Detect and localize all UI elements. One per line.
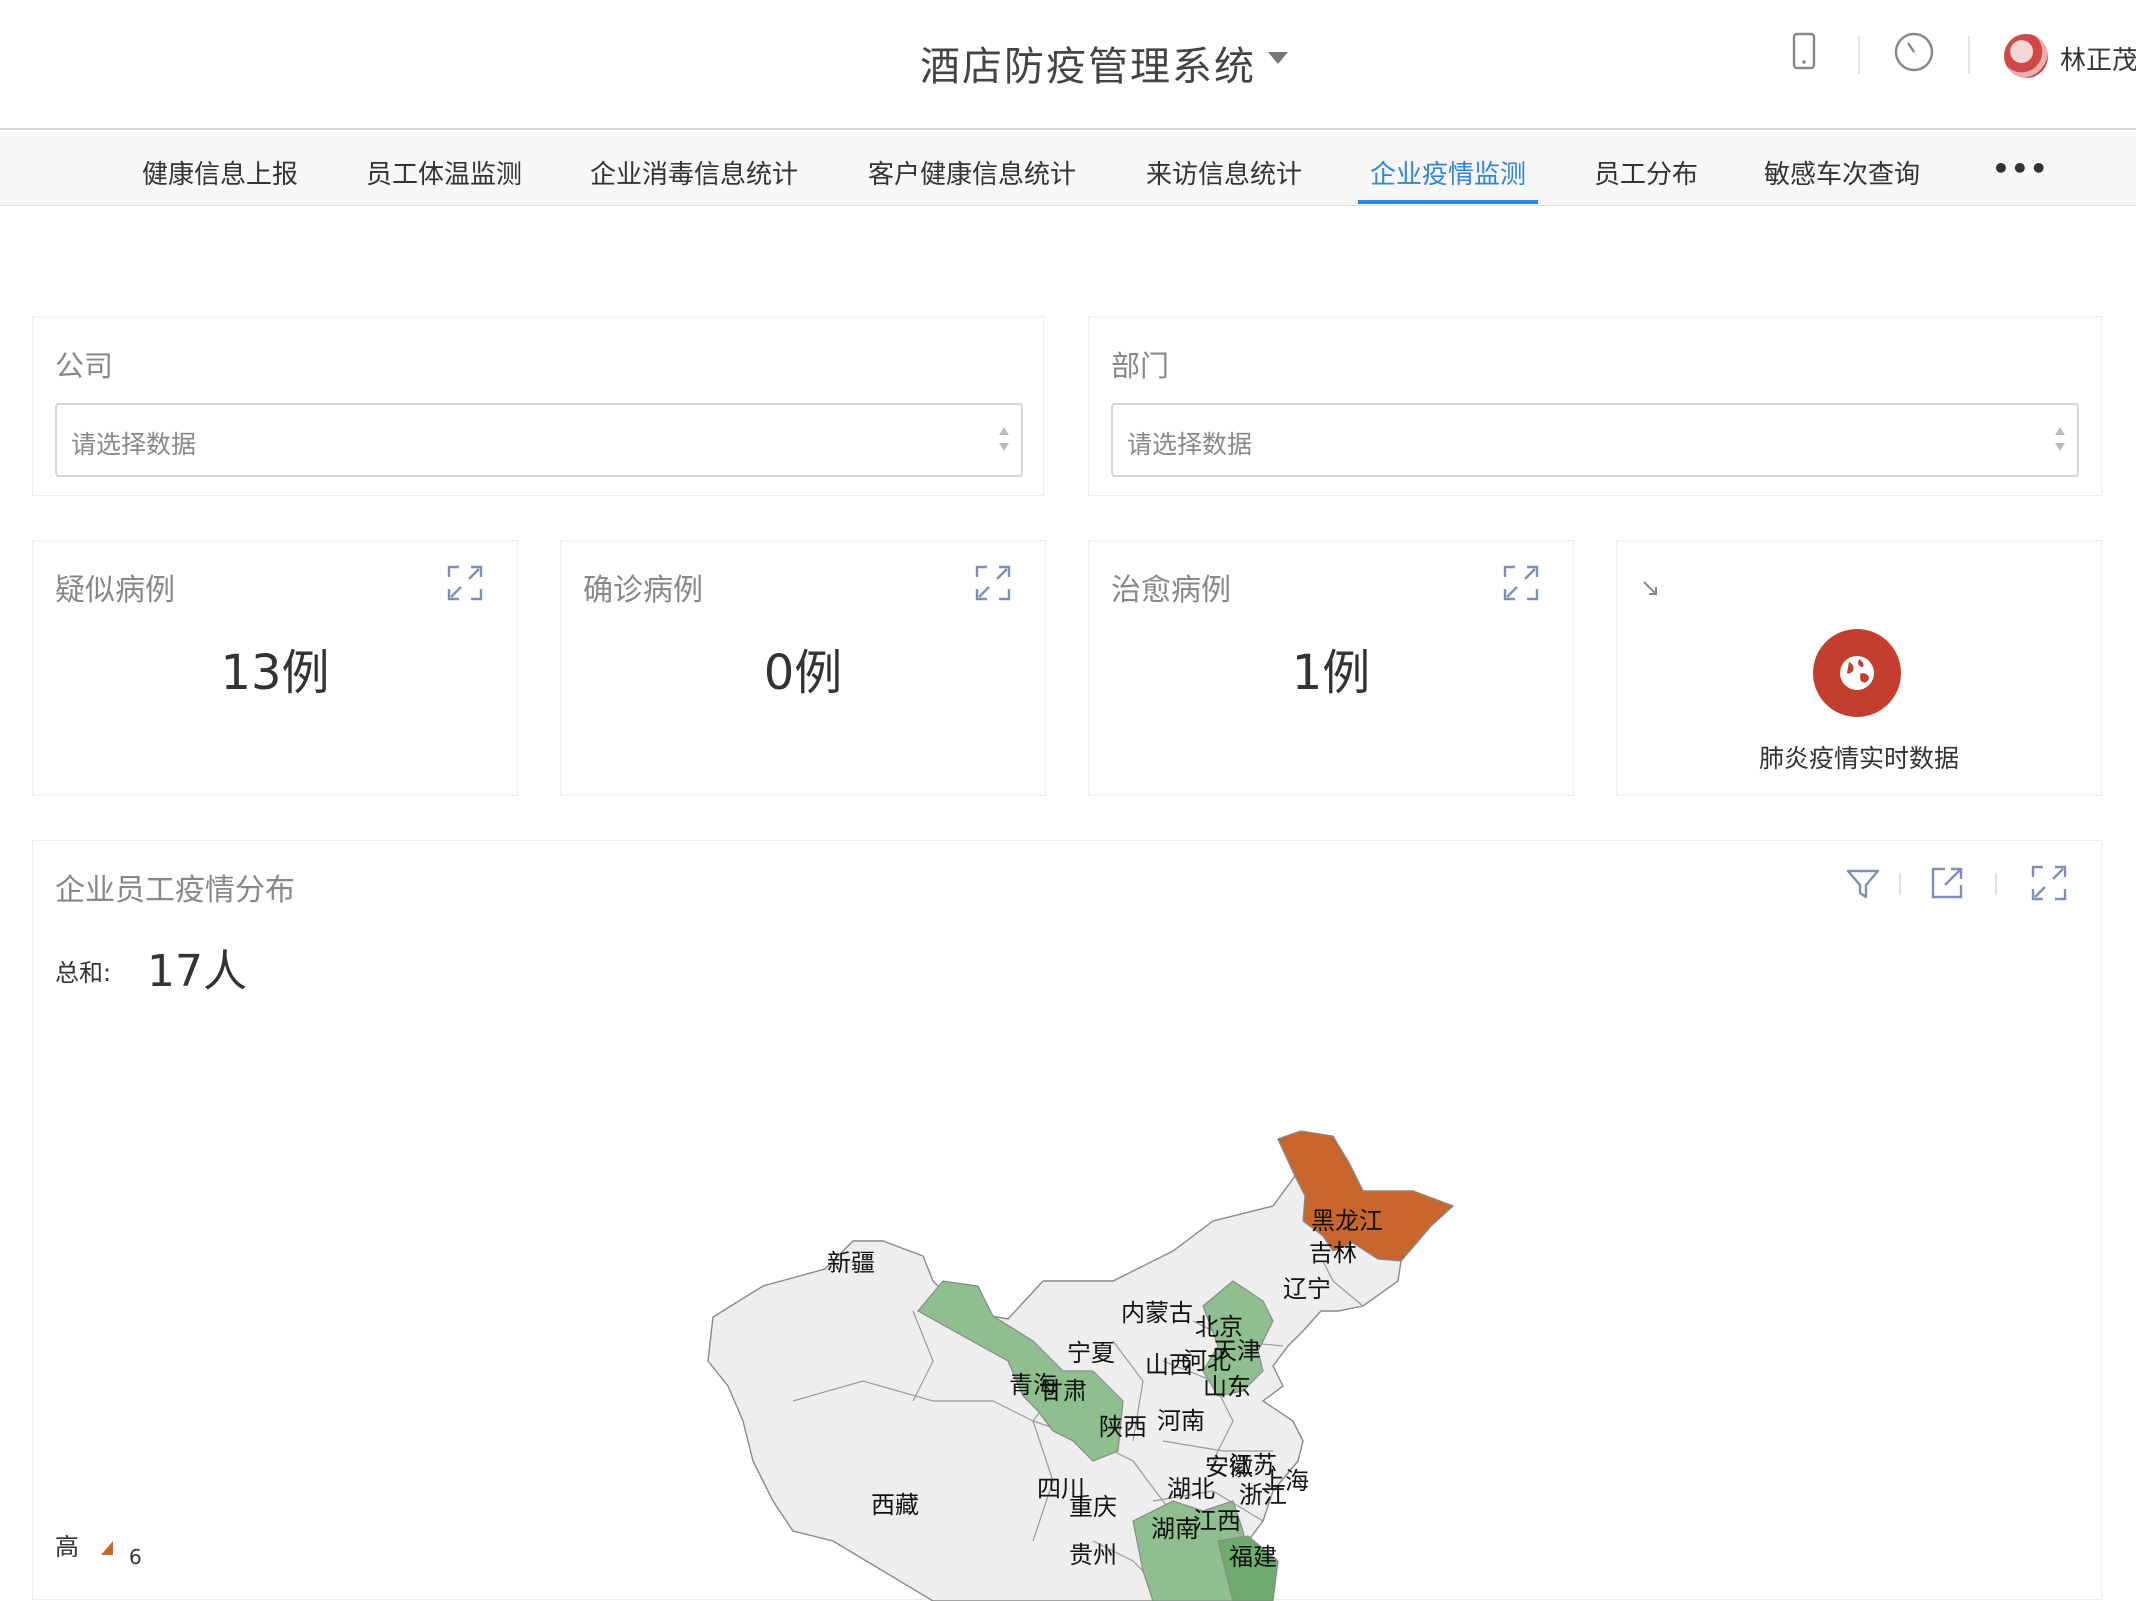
province-label-xinjiang: 新疆: [827, 1249, 875, 1277]
confirmed-label: 确诊病例: [583, 573, 703, 608]
company-filter-card: 公司 请选择数据: [32, 316, 1044, 496]
tab-visitor[interactable]: 来访信息统计: [1146, 154, 1302, 191]
province-label-henan: 河南: [1157, 1407, 1205, 1435]
department-select[interactable]: 请选择数据: [1111, 403, 2079, 477]
province-label-gansu: 甘肃: [1039, 1377, 1087, 1405]
realtime-card[interactable]: 肺炎疫情实时数据: [1616, 540, 2102, 796]
province-label-shaanxi: 陕西: [1099, 1413, 1147, 1441]
cured-card: 治愈病例 1例: [1088, 540, 1574, 796]
suspected-label: 疑似病例: [55, 573, 175, 608]
suspected-card: 疑似病例 13例: [32, 540, 518, 796]
confirmed-value: 0例: [763, 645, 843, 701]
header-separator: [1858, 36, 1860, 74]
tab-temperature[interactable]: 员工体温监测: [366, 154, 522, 191]
province-label-jiangxi: 江西: [1193, 1507, 1241, 1535]
avatar[interactable]: [2004, 34, 2048, 78]
province-label-xizang: 西藏: [871, 1491, 919, 1519]
legend-handle-icon[interactable]: [101, 1541, 113, 1555]
globe-icon: [1840, 656, 1874, 690]
province-label-guizhou: 贵州: [1069, 1541, 1117, 1569]
expand-icon[interactable]: [445, 563, 485, 603]
province-label-shanxi: 山西: [1145, 1351, 1193, 1379]
province-label-neimenggu: 内蒙古: [1121, 1299, 1193, 1327]
tab-disinfection[interactable]: 企业消毒信息统计: [590, 154, 798, 191]
header-separator: [1968, 36, 1970, 74]
cured-label: 治愈病例: [1111, 573, 1231, 608]
resize-handle-icon[interactable]: [1641, 579, 1661, 599]
company-select[interactable]: 请选择数据: [55, 403, 1023, 477]
department-label: 部门: [1111, 349, 1170, 383]
legend-high-label: 高: [55, 1533, 79, 1561]
province-label-liaoning: 辽宁: [1283, 1275, 1331, 1303]
company-label: 公司: [55, 349, 114, 383]
cured-value: 1例: [1291, 645, 1371, 701]
province-label-ningxia: 宁夏: [1067, 1339, 1115, 1367]
province-label-zhejiang: 浙江: [1239, 1481, 1287, 1509]
province-label-chongqing: 重庆: [1069, 1493, 1117, 1521]
province-label-jilin: 吉林: [1309, 1239, 1357, 1267]
tab-sensitive-train[interactable]: 敏感车次查询: [1764, 154, 1920, 191]
tab-epidemic-monitor[interactable]: 企业疫情监测: [1370, 154, 1526, 191]
realtime-label[interactable]: 肺炎疫情实时数据: [1617, 739, 2101, 775]
mobile-icon[interactable]: [1782, 30, 1826, 74]
select-arrows-icon: [999, 427, 1009, 451]
department-select-placeholder: 请选择数据: [1127, 430, 1253, 459]
confirmed-card: 确诊病例 0例: [560, 540, 1046, 796]
company-select-placeholder: 请选择数据: [71, 430, 197, 459]
province-label-hunan: 湖南: [1151, 1515, 1199, 1543]
user-name[interactable]: 林正茂: [2060, 40, 2136, 77]
expand-icon[interactable]: [973, 563, 1013, 603]
expand-icon[interactable]: [1501, 563, 1541, 603]
globe-button[interactable]: [1813, 629, 1901, 717]
app-title[interactable]: 酒店防疫管理系统: [920, 34, 1256, 92]
map-card: 企业员工疫情分布 总和: 17人 黑龙江 吉林 辽宁 新疆 内蒙古 北京 天津 …: [32, 840, 2102, 1601]
province-label-heilongjiang: 黑龙江: [1311, 1207, 1383, 1235]
province-label-shandong: 山东: [1203, 1373, 1251, 1401]
title-dropdown-caret-icon[interactable]: [1268, 52, 1288, 64]
more-icon[interactable]: •••: [1992, 152, 2049, 185]
tab-customer-health[interactable]: 客户健康信息统计: [868, 154, 1076, 191]
active-tab-indicator: [1358, 200, 1538, 204]
main-nav: 健康信息上报 员工体温监测 企业消毒信息统计 客户健康信息统计 来访信息统计 企…: [0, 132, 2136, 206]
top-header: 酒店防疫管理系统 林正茂: [0, 0, 2136, 130]
tab-staff-distribution[interactable]: 员工分布: [1594, 154, 1698, 191]
department-filter-card: 部门 请选择数据: [1088, 316, 2102, 496]
legend-max-value: 6: [129, 1545, 142, 1569]
tab-health-report[interactable]: 健康信息上报: [142, 154, 298, 191]
province-label-hubei: 湖北: [1167, 1475, 1215, 1503]
select-arrows-icon: [2055, 427, 2065, 451]
province-label-fujian: 福建: [1229, 1543, 1277, 1571]
compass-icon[interactable]: [1892, 30, 1936, 74]
suspected-value: 13例: [220, 645, 330, 701]
